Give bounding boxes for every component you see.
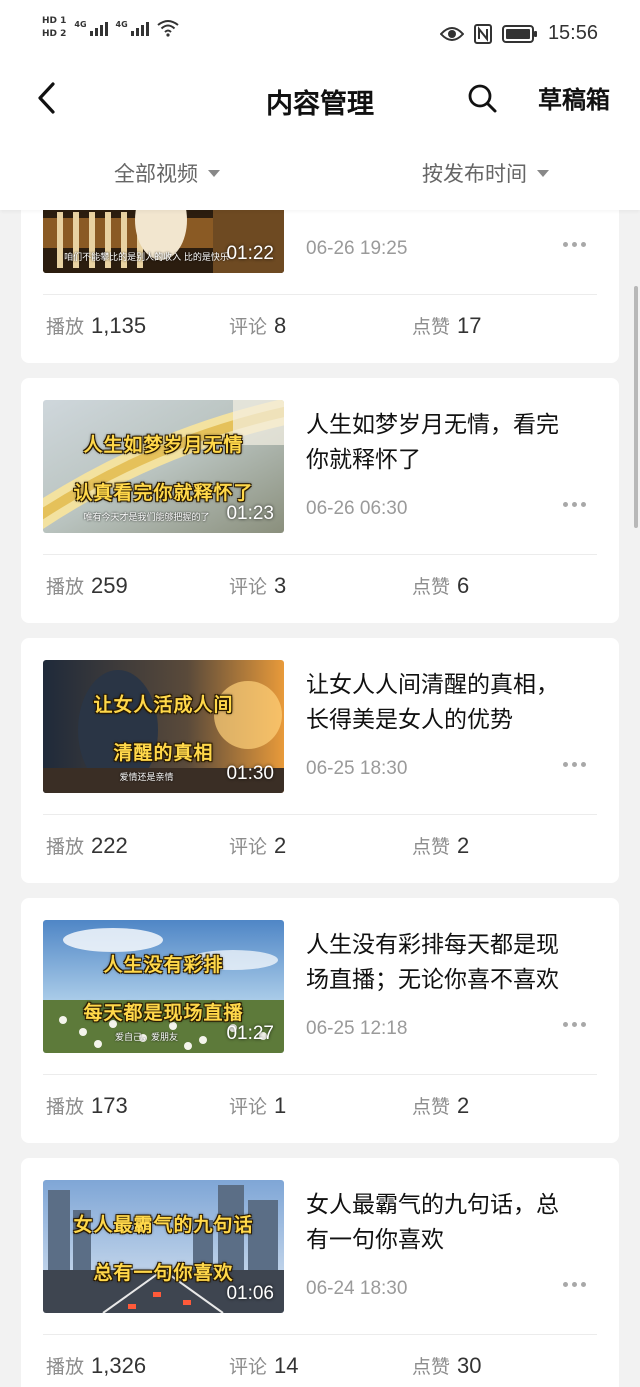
like-count: 点赞 6 <box>412 573 470 598</box>
publish-date: 06-26 06:30 <box>306 498 408 519</box>
play-count: 播放 259 <box>46 573 128 598</box>
thumbnail-subtitle: 唯有今天才是我们能够把握的了 <box>83 513 210 523</box>
play-count: 播放 173 <box>46 1093 128 1118</box>
publish-date: 06-26 19:25 <box>306 238 408 259</box>
publish-date: 06-24 18:30 <box>306 1278 408 1299</box>
signal-icon: 4G <box>116 20 149 36</box>
wifi-icon <box>157 19 179 37</box>
more-options-button[interactable] <box>563 1022 586 1027</box>
more-options-button[interactable] <box>563 1282 586 1287</box>
thumbnail-subtitle: 咱们不能攀比的是别人的收入 比的是快乐 <box>64 253 229 263</box>
like-count: 点赞 2 <box>412 833 470 858</box>
caret-down-icon <box>208 169 220 177</box>
video-duration: 01:06 <box>226 1283 274 1304</box>
thumbnail-caption: 认真看完你就释怀了 <box>73 482 254 504</box>
nfc-icon <box>473 23 492 44</box>
comment-count[interactable]: 评论 8 <box>229 312 286 339</box>
video-card[interactable]: 让女人活成人间 清醒的真相 爱情还是亲情 01:30 让女人人间清醒的真相，长得… <box>21 638 619 883</box>
video-title[interactable]: 人生如梦岁月无情，看完你就释怀了 <box>306 408 581 478</box>
divider <box>43 554 597 555</box>
divider <box>43 1334 597 1335</box>
signal-icon: 4G <box>74 19 108 36</box>
play-count: 播放 1,326 <box>46 1353 147 1378</box>
eye-icon <box>439 26 464 41</box>
video-duration: 01:23 <box>226 503 274 524</box>
clock: 15:56 <box>547 22 598 44</box>
video-title[interactable]: 女人最霸气的九句话，总有一句你喜欢 <box>306 1188 581 1258</box>
publish-date: 06-25 12:18 <box>306 1018 408 1039</box>
thumbnail-caption: 让女人活成人间 <box>93 694 234 716</box>
sort-label: 按发布时间 <box>422 162 527 186</box>
thumbnail-caption: 人生如梦岁月无情 <box>83 434 244 456</box>
more-options-button[interactable] <box>563 242 586 247</box>
divider <box>43 1074 597 1075</box>
video-duration: 01:22 <box>226 243 274 264</box>
divider <box>43 814 597 815</box>
video-title[interactable]: 人生没有彩排每天都是现场直播；无论你喜不喜欢 <box>306 928 581 998</box>
search-button[interactable] <box>462 78 502 118</box>
status-bar: HD 1 HD 2 4G 4G 15:56 <box>0 0 640 64</box>
play-count: 播放 1,135 <box>46 313 147 338</box>
scrollbar[interactable] <box>634 286 638 528</box>
filter-bar: 全部视频 按发布时间 <box>0 134 640 210</box>
like-count: 点赞 2 <box>412 1093 470 1118</box>
thumbnail-subtitle: 爱自己，爱朋友 <box>114 1033 178 1043</box>
video-card[interactable]: 咱们不能攀比的是别人的收入 比的是快乐 01:22 06-26 19:25 播放… <box>21 210 619 363</box>
drafts-button[interactable]: 草稿箱 <box>538 80 610 115</box>
network-type-label: 4G <box>115 19 128 29</box>
divider <box>43 294 597 295</box>
video-duration: 01:30 <box>226 763 274 784</box>
status-left: HD 1 HD 2 4G 4G <box>42 16 179 39</box>
like-count: 点赞 30 <box>412 1353 482 1378</box>
comment-count[interactable]: 评论 1 <box>229 1092 286 1119</box>
more-options-button[interactable] <box>563 502 586 507</box>
thumbnail-caption: 清醒的真相 <box>113 742 214 764</box>
search-icon <box>468 84 497 113</box>
sim2-indicator: HD 2 <box>42 29 67 39</box>
caret-down-icon <box>537 169 549 177</box>
video-duration: 01:27 <box>226 1023 274 1044</box>
thumbnail-caption: 总有一句你喜欢 <box>93 1262 234 1284</box>
video-thumbnail[interactable]: 咱们不能攀比的是别人的收入 比的是快乐 01:22 <box>43 210 284 273</box>
video-title[interactable]: 让女人人间清醒的真相，长得美是女人的优势 <box>306 668 581 738</box>
comment-count[interactable]: 评论 2 <box>229 832 286 859</box>
publish-date: 06-25 18:30 <box>306 758 408 779</box>
thumbnail-caption: 每天都是现场直播 <box>83 1002 244 1024</box>
thumbnail-subtitle: 爱情还是亲情 <box>119 773 174 783</box>
category-filter-label: 全部视频 <box>114 162 198 186</box>
network-type-label: 4G <box>74 19 87 29</box>
video-card[interactable]: 人生如梦岁月无情 认真看完你就释怀了 唯有今天才是我们能够把握的了 01:23 … <box>21 378 619 623</box>
sim1-indicator: HD 1 <box>42 16 67 26</box>
video-list-scroll-area[interactable]: 咱们不能攀比的是别人的收入 比的是快乐 01:22 06-26 19:25 播放… <box>0 210 640 1387</box>
thumbnail-caption: 人生没有彩排 <box>103 954 224 976</box>
video-card[interactable]: 女人最霸气的九句话 总有一句你喜欢 01:06 女人最霸气的九句话，总有一句你喜… <box>21 1158 619 1387</box>
category-filter-dropdown[interactable]: 全部视频 <box>114 158 220 188</box>
video-list: 咱们不能攀比的是别人的收入 比的是快乐 01:22 06-26 19:25 播放… <box>21 210 619 1387</box>
like-count: 点赞 17 <box>412 313 482 338</box>
status-right: 15:56 <box>439 22 598 45</box>
more-options-button[interactable] <box>563 762 586 767</box>
thumbnail-caption: 女人最霸气的九句话 <box>73 1214 254 1236</box>
top-nav-bar: 内容管理 草稿箱 <box>0 64 640 134</box>
comment-count[interactable]: 评论 3 <box>229 572 286 599</box>
play-count: 播放 222 <box>46 833 128 858</box>
video-card[interactable]: 人生没有彩排 每天都是现场直播 爱自己，爱朋友 01:27 人生没有彩排每天都是… <box>21 898 619 1143</box>
video-thumbnail[interactable]: 人生没有彩排 每天都是现场直播 爱自己，爱朋友 01:27 <box>43 920 284 1053</box>
video-thumbnail[interactable]: 人生如梦岁月无情 认真看完你就释怀了 唯有今天才是我们能够把握的了 01:23 <box>43 400 284 533</box>
sort-dropdown[interactable]: 按发布时间 <box>422 158 549 188</box>
battery-icon <box>501 24 537 43</box>
video-thumbnail[interactable]: 让女人活成人间 清醒的真相 爱情还是亲情 01:30 <box>43 660 284 793</box>
comment-count[interactable]: 评论 14 <box>229 1352 299 1379</box>
video-thumbnail[interactable]: 女人最霸气的九句话 总有一句你喜欢 01:06 <box>43 1180 284 1313</box>
